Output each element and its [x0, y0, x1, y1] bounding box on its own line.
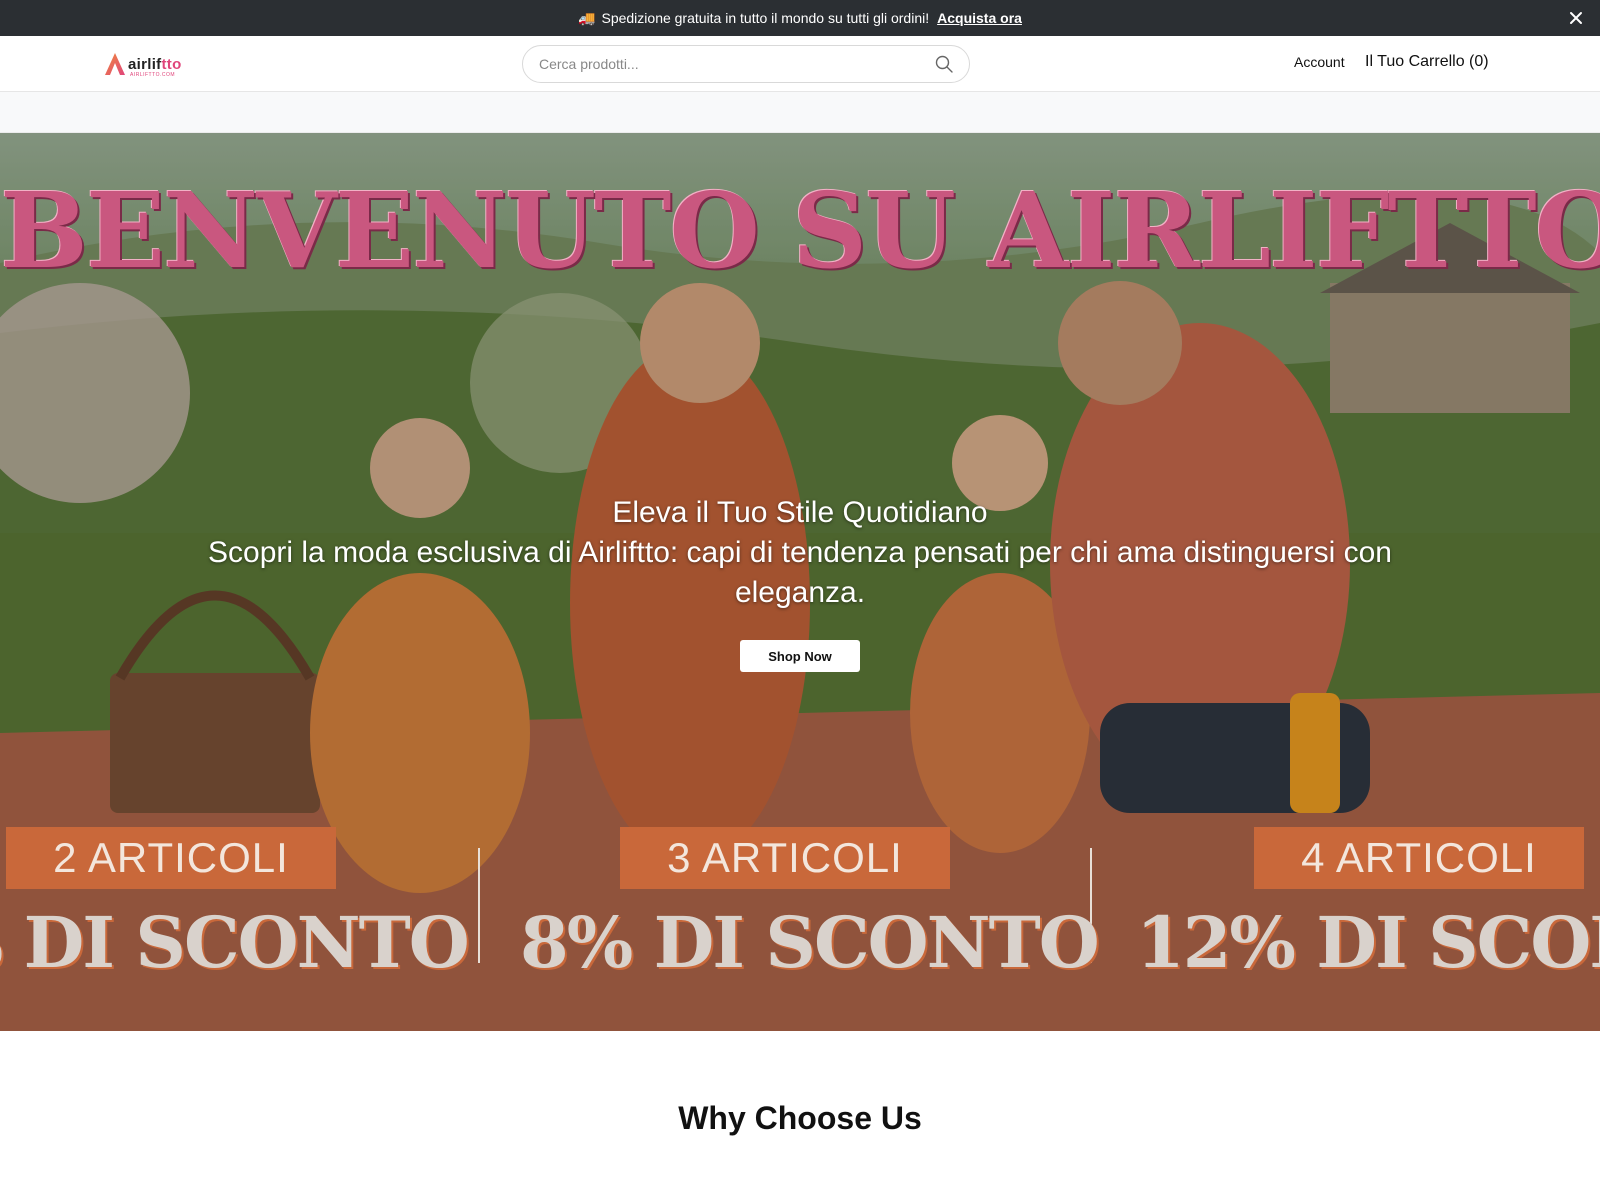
account-link[interactable]: Account: [1294, 54, 1345, 70]
tier-divider: [478, 848, 480, 963]
announcement-bar: 🚚 Spedizione gratuita in tutto il mondo …: [0, 0, 1600, 36]
welcome-banner-title: BENVENUTO SU AIRLIFTTO: [0, 169, 1600, 292]
search-bar: [522, 45, 970, 83]
tier-items-3: 3 ARTICOLI: [620, 827, 950, 889]
logo-wordmark: airliftto: [128, 55, 182, 73]
why-choose-us-title: Why Choose Us: [678, 1100, 922, 1136]
tier-discount-2: 5% DI SCONTO: [0, 901, 470, 984]
logo-mark-icon: [105, 53, 125, 75]
close-icon[interactable]: [1566, 8, 1586, 28]
search-input[interactable]: [539, 56, 935, 72]
tier-items-2: 2 ARTICOLI: [6, 827, 336, 889]
shop-now-button[interactable]: Shop Now: [740, 640, 860, 672]
tier-discount-3: 8% DI SCONTO: [520, 901, 1100, 984]
hero-subheading: Scopri la moda esclusiva di Airliftto: c…: [208, 536, 1392, 609]
site-logo[interactable]: airliftto AIRLIFTTO.COM: [104, 50, 182, 78]
nav-subbar: [0, 92, 1600, 133]
hero-text-block: Eleva il Tuo Stile Quotidiano Scopri la …: [140, 493, 1460, 613]
hero-banner: BENVENUTO SU AIRLIFTTO Eleva il Tuo Stil…: [0, 133, 1600, 1031]
cart-link[interactable]: Il Tuo Carrello (0): [1365, 53, 1489, 71]
tier-items-4: 4 ARTICOLI: [1254, 827, 1584, 889]
truck-icon: 🚚: [578, 9, 596, 26]
shop-now-link[interactable]: Acquista ora: [937, 10, 1022, 26]
logo-subtext: AIRLIFTTO.COM: [130, 72, 176, 78]
announcement-text: Spedizione gratuita in tutto il mondo su…: [601, 10, 930, 26]
site-header: airliftto AIRLIFTTO.COM Account Il Tuo C…: [0, 36, 1600, 92]
hero-heading: Eleva il Tuo Stile Quotidiano: [612, 496, 988, 529]
search-icon[interactable]: [935, 55, 953, 73]
tier-discount-4: 12% DI SCONTO: [1136, 901, 1600, 984]
